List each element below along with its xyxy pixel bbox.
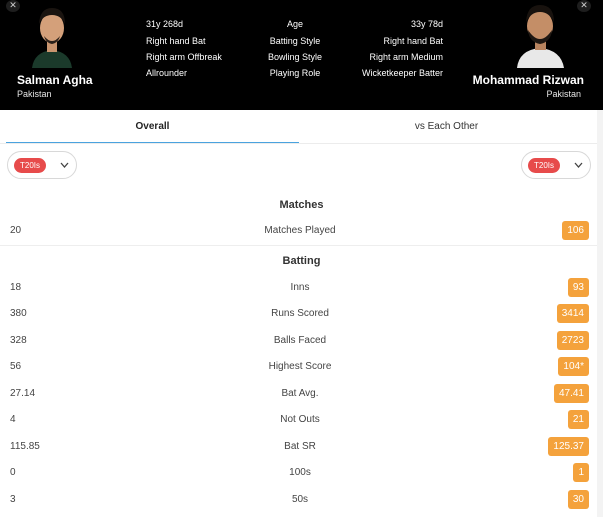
bowling-style-label: Bowling Style	[267, 52, 323, 62]
tab-vs-each-other[interactable]: vs Each Other	[299, 110, 594, 144]
stat-label: Highest Score	[268, 361, 332, 372]
age-label: Age	[286, 19, 303, 29]
chevron-down-icon	[60, 158, 69, 178]
playing-role-label: Playing Role	[269, 68, 321, 78]
stat-row-100s: 0 100s 1	[0, 461, 603, 485]
section-title-matches: Matches	[279, 199, 324, 211]
batting-style-label: Batting Style	[269, 36, 321, 46]
stat-label: Matches Played	[264, 225, 336, 236]
right-format-dropdown[interactable]: T20Is	[521, 151, 591, 179]
stat-row-inns: 18 Inns 93	[0, 276, 603, 300]
section-divider	[0, 245, 603, 246]
stat-label: Bat SR	[284, 441, 316, 452]
right-bowling-style: Right arm Medium	[369, 52, 443, 62]
stat-row-not-outs: 4 Not Outs 21	[0, 408, 603, 432]
right-player-country: Pakistan	[546, 89, 581, 99]
right-stat-badge: 30	[567, 490, 589, 509]
left-format-dropdown[interactable]: T20Is	[7, 151, 77, 179]
section-title-batting: Batting	[282, 255, 321, 267]
stat-row-runs-scored: 380 Runs Scored 3414	[0, 302, 603, 326]
right-format-value: T20Is	[528, 158, 561, 173]
stat-label: Bat Avg.	[281, 388, 319, 399]
stat-label: Not Outs	[280, 414, 320, 425]
tab-divider	[0, 143, 603, 144]
stat-row-bat-avg: 27.14 Bat Avg. 47.41	[0, 382, 603, 406]
right-stat-badge: 125.37	[548, 437, 589, 456]
left-stat-value: 18	[10, 282, 22, 293]
right-player-name[interactable]: Mohammad Rizwan	[473, 73, 584, 87]
right-age: 33y 78d	[410, 19, 443, 29]
right-stat-badge: 93	[567, 278, 589, 297]
right-player-avatar	[513, 0, 568, 68]
left-stat-value: 380	[10, 308, 27, 319]
left-stat-value: 20	[10, 225, 22, 236]
left-stat-value: 56	[10, 361, 22, 372]
left-player-name[interactable]: Salman Agha	[17, 73, 93, 87]
left-bowling-style: Right arm Offbreak	[146, 52, 222, 62]
right-stat-badge: 104*	[558, 357, 589, 376]
left-stat-value: 115.85	[10, 441, 40, 452]
left-stat-value: 27.14	[10, 388, 36, 399]
stat-row-highest-score: 56 Highest Score 104*	[0, 355, 603, 379]
left-stat-value: 0	[10, 467, 16, 478]
stat-row-matches-played: 20 Matches Played 106	[0, 219, 603, 243]
close-right-player-icon[interactable]: ✕	[577, 0, 591, 12]
stat-label: Balls Faced	[273, 335, 327, 346]
right-stat-badge: 1	[573, 463, 589, 482]
tab-overall[interactable]: Overall	[6, 110, 299, 144]
left-player-country: Pakistan	[17, 89, 52, 99]
stat-label: Inns	[290, 282, 310, 293]
chevron-down-icon	[574, 158, 583, 178]
right-stat-badge: 47.41	[553, 384, 589, 403]
stat-row-balls-faced: 328 Balls Faced 2723	[0, 329, 603, 353]
right-stat-badge: 21	[567, 410, 589, 429]
left-format-value: T20Is	[14, 158, 47, 173]
stat-row-bat-sr: 115.85 Bat SR 125.37	[0, 435, 603, 459]
left-stat-value: 3	[10, 494, 16, 505]
stat-label: 100s	[289, 467, 311, 478]
right-playing-role: Wicketkeeper Batter	[361, 68, 443, 78]
right-stat-badge: 3414	[556, 304, 589, 323]
right-stat-badge: 2723	[556, 331, 589, 350]
scrollbar[interactable]	[597, 110, 603, 517]
right-batting-style: Right hand Bat	[383, 36, 443, 46]
right-stat-badge: 106	[562, 221, 589, 240]
comparison-header: ✕ ✕ Salman Agha Pakistan Mohammad Rizwan…	[0, 0, 603, 110]
left-playing-role: Allrounder	[146, 68, 188, 78]
left-stat-value: 4	[10, 414, 16, 425]
stat-label: 50s	[291, 494, 309, 505]
comparison-tabs: Overall vs Each Other	[0, 110, 603, 144]
close-left-player-icon[interactable]: ✕	[6, 0, 20, 12]
stat-label: Runs Scored	[271, 308, 329, 319]
left-player-avatar	[28, 0, 76, 68]
stat-row-50s: 3 50s 30	[0, 488, 603, 512]
left-stat-value: 328	[10, 335, 27, 346]
left-age: 31y 268d	[146, 19, 184, 29]
left-batting-style: Right hand Bat	[146, 36, 206, 46]
